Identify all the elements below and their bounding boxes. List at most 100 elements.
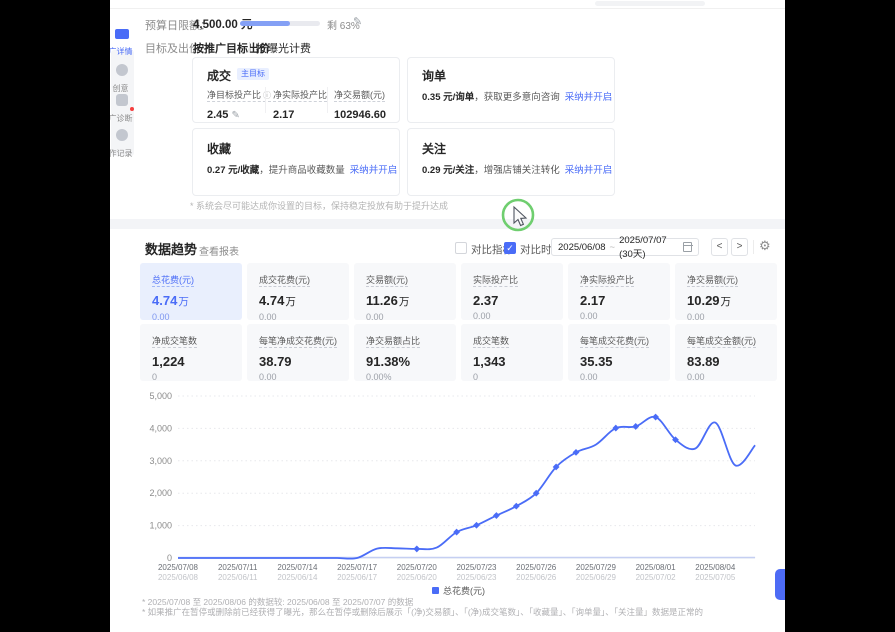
date-start: 2025/06/08 [558,242,606,253]
data-point-marker[interactable] [513,503,520,510]
metric-value: 2.45 [207,109,228,121]
data-point-marker[interactable] [493,512,500,519]
creative-icon [116,64,128,76]
legend-swatch [432,587,439,594]
trend-chart[interactable]: 01,0002,0003,0004,0005,0002025/07/082025… [140,390,788,590]
tile-label: 净实际投产比 [580,275,634,287]
edit-budget-icon[interactable]: ✎ [353,15,362,28]
metric-tile-6[interactable]: 净成交笔数1,2240 [140,324,242,381]
bid-mode-exposure[interactable]: 按曝光计费 [256,40,311,56]
compare-metric-checkbox[interactable] [455,242,467,254]
adopt-enable-link[interactable]: 采纳并开启 [565,92,613,103]
unit-price: 0.35 元/询单 [422,92,474,103]
cursor-highlight [495,194,543,244]
metric-tile-9[interactable]: 成交笔数1,3430 [461,324,563,381]
metric-tile-3[interactable]: 实际投产比2.370.00 [461,263,563,320]
tile-label: 净交易额(元) [687,275,738,287]
metric-net-actual-roi: 净实际投产比 2.17 [273,85,327,121]
metric-value: 2.17 [273,109,327,121]
date-range-picker[interactable]: 2025/06/08 ~ 2025/07/07 (30天) [551,238,699,256]
metric-tile-5[interactable]: 净交易额(元)10.29万0.00 [675,263,777,320]
goal-card-deal[interactable]: 成交 主目标 净目标投产比ⓘ 2.45 ✎ 净实际投产比 2.17 净交易额(元… [192,57,400,123]
budget-progress-fill [240,21,290,26]
y-tick-label: 2,000 [149,488,172,498]
mouse-cursor-icon [514,207,526,226]
tile-compare-value: 0 [473,372,557,382]
footnote-paused: * 如果推广在暂停或删除前已经获得了曝光，那么在暂停或删除后展示「(净)交易额」… [142,606,703,618]
adopt-enable-link[interactable]: 采纳并开启 [350,165,398,176]
metric-tile-0[interactable]: 总花费(元)4.74万0.00 [140,263,242,320]
tile-unit: 万 [285,296,296,308]
metric-tile-1[interactable]: 成交花费(元)4.74万0.00 [247,263,349,320]
y-tick-label: 3,000 [149,456,172,466]
data-point-marker[interactable] [413,546,420,553]
compare-time-checkbox[interactable]: ✓ [504,242,516,254]
date-end: 2025/07/07 (30天) [619,235,682,260]
campaign-detail-icon [115,29,129,39]
gear-icon[interactable]: ⚙ [759,238,771,254]
metric-tile-4[interactable]: 净实际投产比2.170.00 [568,263,670,320]
sidebar-item-3[interactable]: 作记录 [110,128,134,159]
sidebar-item-1[interactable]: 创意 [110,63,134,94]
tile-value: 1,343 [473,354,557,369]
data-point-marker[interactable] [473,522,480,529]
tile-value: 2.37 [473,293,557,308]
desc-text: ，获取更多意向咨询 [474,92,560,103]
tile-value: 1,224 [152,354,236,369]
tile-compare-value: 0.00 [366,312,450,322]
tile-label: 净成交笔数 [152,336,197,348]
goal-card-follow[interactable]: 关注 0.29 元/关注，增强店铺关注转化采纳并开启 [407,128,615,196]
y-tick-label: 0 [167,553,172,563]
tile-compare-value: 0.00 [259,372,343,382]
x-tick-label-compare: 2025/06/14 [277,573,318,582]
x-tick-label-current: 2025/07/11 [218,563,258,572]
tile-label: 每笔成交花费(元) [580,336,649,348]
x-tick-label-compare: 2025/07/05 [695,573,736,582]
prev-period-button[interactable]: < [711,238,728,256]
card-title: 收藏 [207,140,231,157]
metric-net-target-roi: 净目标投产比ⓘ 2.45 ✎ [207,85,271,121]
bid-mode-divider [249,42,250,53]
metric-label: 净目标投产比 [207,90,261,100]
tile-value: 35.35 [580,354,664,369]
next-period-button[interactable]: > [731,238,748,256]
feedback-float-button[interactable] [775,569,785,600]
trend-section-title: 数据趋势 [145,239,197,258]
metric-label: 净实际投产比 [273,90,327,102]
metric-tile-10[interactable]: 每笔成交花费(元)35.350.00 [568,324,670,381]
adopt-enable-link[interactable]: 采纳并开启 [565,165,613,176]
metric-tile-7[interactable]: 每笔净成交花费(元)38.790.00 [247,324,349,381]
x-tick-label-current: 2025/07/23 [456,563,497,572]
metric-tile-2[interactable]: 交易额(元)11.26万0.00 [354,263,456,320]
sidebar-item-2[interactable]: 广诊断 [110,93,134,124]
tile-unit: 万 [178,296,189,308]
edit-target-roi-icon[interactable]: ✎ [231,110,239,121]
notification-dot [130,107,134,111]
goal-card-inquiry[interactable]: 询单 0.35 元/询单，获取更多意向咨询采纳并开启 [407,57,615,123]
controls-divider [753,240,754,254]
view-report-link[interactable]: 查看报表 [199,243,239,258]
tile-compare-value: 0.00 [152,312,236,322]
x-tick-label-compare: 2025/06/23 [456,573,497,582]
section-gap [110,219,785,229]
metric-label: 净交易额(元) [334,90,385,102]
goal-note: * 系统会尽可能达成你设置的目标，保持稳定投放有助于提升达成 [190,199,448,212]
tile-label: 成交花费(元) [259,275,310,287]
goal-card-favorite[interactable]: 收藏 0.27 元/收藏，提升商品收藏数量采纳并开启 [192,128,400,196]
x-tick-label-compare: 2025/06/11 [218,573,258,582]
x-tick-label-current: 2025/07/14 [277,563,318,572]
metric-tile-8[interactable]: 净交易额占比91.38%0.00% [354,324,456,381]
x-tick-label-current: 2025/07/08 [158,563,199,572]
sidebar-item-0[interactable]: 广详情 [110,26,134,57]
x-tick-label-compare: 2025/07/02 [636,573,677,582]
tile-label: 总花费(元) [152,275,194,287]
tile-label: 净交易额占比 [366,336,420,348]
calendar-icon [683,242,692,252]
tile-compare-value: 0.00 [473,311,557,321]
primary-goal-badge: 主目标 [237,68,269,80]
metric-tile-11[interactable]: 每笔成交金额(元)83.890.00 [675,324,777,381]
tile-compare-value: 0.00 [259,312,343,322]
x-tick-label-compare: 2025/06/26 [516,573,557,582]
chart-legend: 总花费(元) [432,584,485,597]
x-tick-label-current: 2025/08/04 [695,563,736,572]
